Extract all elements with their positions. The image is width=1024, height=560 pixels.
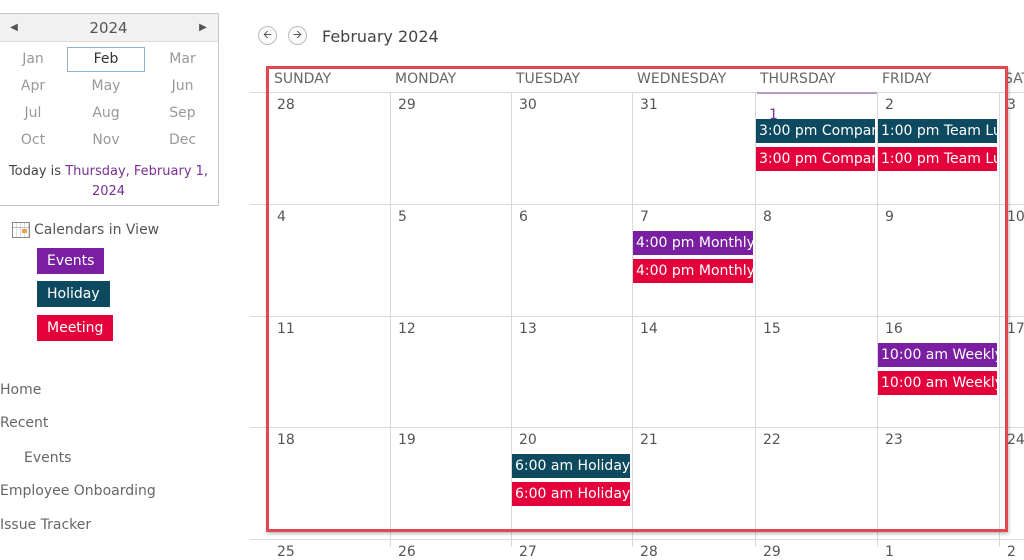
arrow-right-icon[interactable]: 🡪: [288, 26, 307, 45]
day-number[interactable]: 10: [1007, 209, 1024, 225]
calendar-tag-events[interactable]: Events: [37, 248, 105, 274]
day-number[interactable]: 27: [519, 544, 537, 560]
day-number[interactable]: 24: [1007, 432, 1024, 448]
month-apr[interactable]: Apr: [0, 73, 67, 100]
row-divider: [250, 427, 1024, 428]
column-divider: [632, 92, 633, 547]
weekday-header: TUESDAY: [516, 71, 581, 87]
calendar-event-events[interactable]: 4:00 pm Monthly: [633, 231, 753, 255]
calendars-in-view-label: Calendars in View: [34, 222, 160, 238]
day-number[interactable]: 5: [398, 209, 407, 225]
day-number[interactable]: 17: [1007, 321, 1024, 337]
month-jul[interactable]: Jul: [0, 100, 67, 127]
month-jun[interactable]: Jun: [145, 73, 220, 100]
calendar-tag-holiday[interactable]: Holiday: [37, 281, 110, 307]
calendar-event-holiday[interactable]: 3:00 pm Company: [756, 119, 875, 143]
day-number[interactable]: 29: [763, 544, 781, 560]
calendar-event-meeting[interactable]: 3:00 pm Company: [756, 147, 875, 171]
day-number[interactable]: 13: [519, 321, 537, 337]
weekday-header: WEDNESDAY: [637, 71, 727, 87]
year-month-picker: ◀ 2024 ▶ Jan Feb Mar Apr May Jun Jul Aug Sep Oct N…: [0, 13, 219, 206]
weekday-header: SAT: [1004, 71, 1024, 87]
day-number[interactable]: 8: [763, 209, 772, 225]
day-number[interactable]: 28: [640, 544, 658, 560]
nav-item-recent[interactable]: Recent: [0, 415, 48, 431]
day-number[interactable]: 21: [640, 432, 658, 448]
calendar-event-holiday[interactable]: 6:00 am Holiday: [512, 454, 630, 478]
today-date-link[interactable]: Thursday, February 1, 2024: [65, 164, 208, 199]
day-number[interactable]: 20: [519, 432, 537, 448]
day-number[interactable]: 23: [885, 432, 903, 448]
day-number[interactable]: 12: [398, 321, 416, 337]
day-number[interactable]: 1: [885, 544, 894, 560]
day-number[interactable]: 29: [398, 97, 416, 113]
day-number[interactable]: 2: [885, 97, 894, 113]
day-number[interactable]: 16: [885, 321, 903, 337]
month-mar[interactable]: Mar: [145, 46, 220, 73]
month-nov[interactable]: Nov: [67, 127, 145, 154]
calendar-icon: [12, 222, 30, 238]
day-number[interactable]: 2: [1007, 544, 1016, 560]
day-number[interactable]: 9: [885, 209, 894, 225]
day-number[interactable]: 22: [763, 432, 781, 448]
calendar-event-holiday[interactable]: 1:00 pm Team Lunch: [878, 119, 997, 143]
calendar-event-events[interactable]: 10:00 am Weekly: [878, 343, 997, 367]
day-number[interactable]: 18: [277, 432, 295, 448]
row-divider: [250, 539, 1024, 540]
nav-item-home[interactable]: Home: [0, 382, 41, 398]
day-number[interactable]: 31: [640, 97, 658, 113]
day-number[interactable]: 28: [277, 97, 295, 113]
day-number[interactable]: 3: [1007, 97, 1016, 113]
day-number[interactable]: 15: [763, 321, 781, 337]
month-feb[interactable]: Feb: [67, 47, 145, 72]
day-number[interactable]: 14: [640, 321, 658, 337]
month-aug[interactable]: Aug: [67, 100, 145, 127]
nav-item-events[interactable]: Events: [24, 450, 71, 466]
picker-year: 2024: [89, 18, 128, 37]
weekday-header: MONDAY: [395, 71, 457, 87]
weekday-header: THURSDAY: [760, 71, 836, 87]
row-divider: [250, 204, 1024, 205]
day-number[interactable]: 26: [398, 544, 416, 560]
month-grid: Jan Feb Mar Apr May Jun Jul Aug Sep Oct Nov Dec: [0, 46, 218, 154]
today-prefix: Today is: [8, 164, 66, 179]
nav-item-employee-onboarding[interactable]: Employee Onboarding: [0, 483, 156, 499]
calendar-event-meeting[interactable]: 6:00 am Holiday: [512, 482, 630, 506]
month-dec[interactable]: Dec: [145, 127, 220, 154]
day-number[interactable]: 11: [277, 321, 295, 337]
triangle-right-icon[interactable]: ▶: [188, 22, 218, 33]
calendar-event-meeting[interactable]: 10:00 am Weekly: [878, 371, 997, 395]
month-sep[interactable]: Sep: [145, 100, 220, 127]
triangle-left-icon[interactable]: ◀: [0, 22, 29, 33]
month-jan[interactable]: Jan: [0, 46, 67, 73]
day-number[interactable]: 30: [519, 97, 537, 113]
day-number[interactable]: 4: [277, 209, 286, 225]
column-divider: [390, 92, 391, 547]
column-divider: [511, 92, 512, 547]
arrow-left-icon[interactable]: 🡨: [258, 26, 277, 45]
row-divider: [250, 92, 1024, 93]
day-number[interactable]: 6: [519, 209, 528, 225]
column-divider: [999, 92, 1000, 547]
today-text: Today is Thursday, February 1, 2024: [0, 162, 218, 202]
month-title: February 2024: [322, 27, 439, 46]
row-divider: [250, 316, 1024, 317]
month-may[interactable]: May: [67, 73, 145, 100]
month-oct[interactable]: Oct: [0, 127, 67, 154]
day-number[interactable]: 7: [640, 209, 649, 225]
day-number[interactable]: 25: [277, 544, 295, 560]
calendar-event-meeting[interactable]: 4:00 pm Monthly: [633, 259, 753, 283]
calendars-in-view-heading: Calendars in View: [12, 222, 159, 238]
picker-header: ◀ 2024 ▶: [0, 14, 218, 42]
today-indicator: [757, 92, 877, 94]
weekday-header: FRIDAY: [882, 71, 932, 87]
calendar-event-meeting[interactable]: 1:00 pm Team Lunch: [878, 147, 997, 171]
calendar-tag-meeting[interactable]: Meeting: [37, 315, 114, 341]
nav-item-issue-tracker[interactable]: Issue Tracker: [0, 517, 91, 533]
day-number[interactable]: 19: [398, 432, 416, 448]
weekday-header: SUNDAY: [274, 71, 332, 87]
